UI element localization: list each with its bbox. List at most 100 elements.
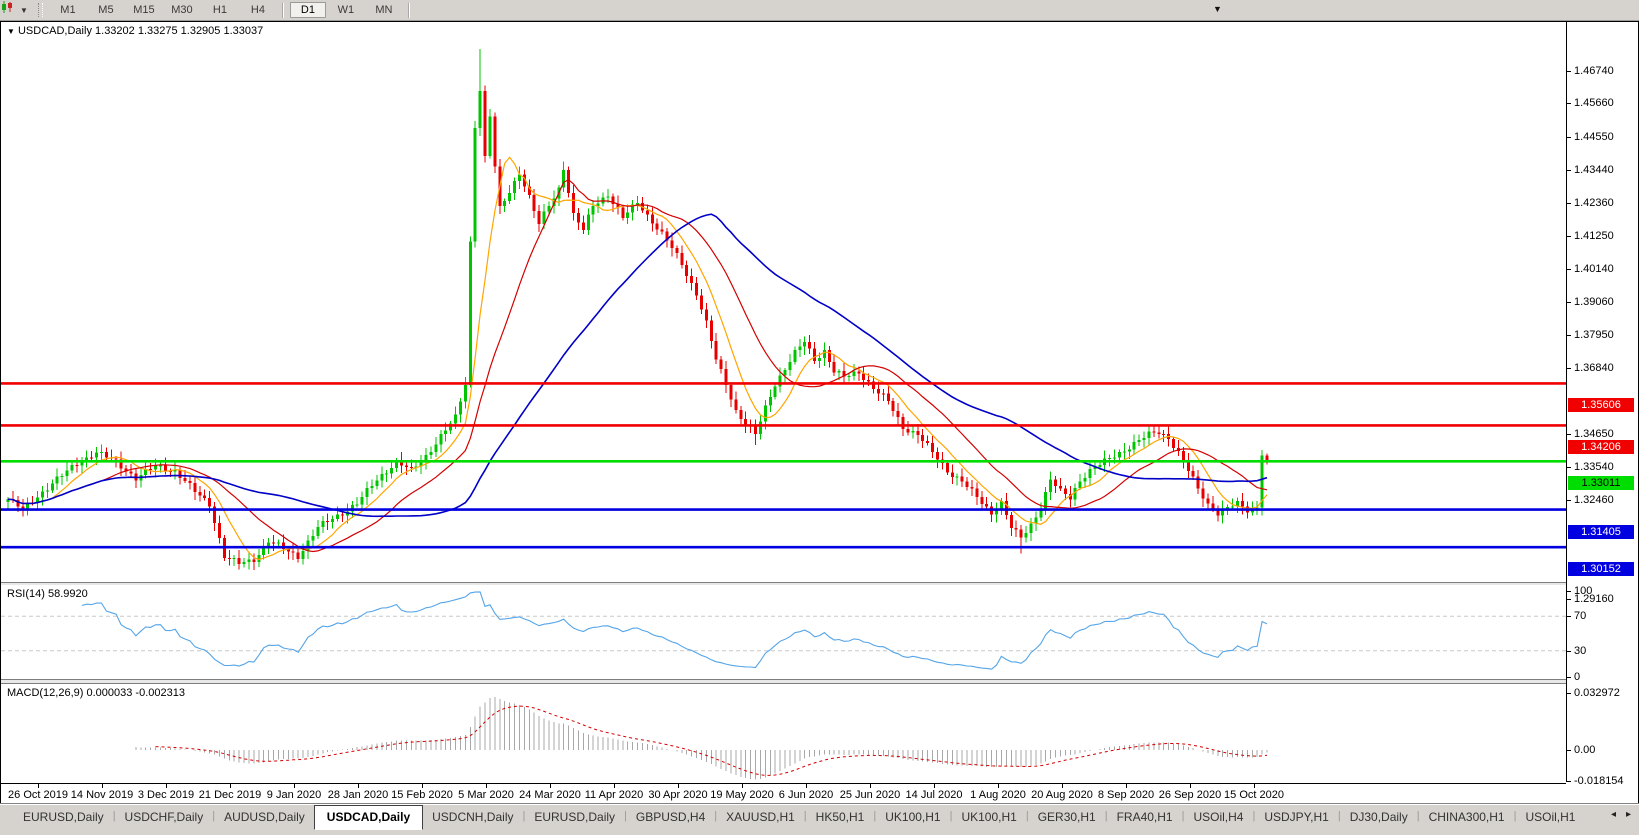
date-label: 28 Jan 2020 — [328, 789, 389, 801]
time-axis[interactable]: 26 Oct 201914 Nov 2019 3 Dec 2019 21 Dec 2… — [1, 783, 1566, 804]
hline-price-label: 1.33011 — [1568, 476, 1634, 490]
price-tick — [1567, 368, 1571, 369]
chart-menu-arrow[interactable]: ▼ — [7, 27, 15, 36]
chart-tab-usdjpy-h1[interactable]: USDJPY,H1 — [1255, 807, 1337, 828]
date-label: 6 Jun 2020 — [779, 789, 833, 801]
toolbar-overflow-icon[interactable]: ▼ — [1213, 4, 1222, 14]
price-tick — [1567, 616, 1571, 617]
price-tick — [1567, 500, 1571, 501]
time-tick — [678, 784, 679, 788]
macd-panel[interactable]: MACD(12,26,9) 0.000033 -0.002313 — [1, 684, 1566, 783]
chart-tab-audusd-daily[interactable]: AUDUSD,Daily — [215, 807, 314, 828]
macd-tick-label: 0.00 — [1574, 744, 1595, 756]
timeframe-button-w1[interactable]: W1 — [328, 2, 364, 18]
chart-tab-usdchf-daily[interactable]: USDCHF,Daily — [116, 807, 213, 828]
price-tick — [1567, 137, 1571, 138]
chart-tab-gbpusd-h4[interactable]: GBPUSD,H4 — [627, 807, 714, 828]
time-tick — [742, 784, 743, 788]
time-tick — [806, 784, 807, 788]
price-tick-label: 1.44550 — [1574, 131, 1614, 143]
price-tick-label: 1.42360 — [1574, 197, 1614, 209]
symbol-period-label: USDCAD,Daily — [18, 25, 92, 37]
chart-tab-usdcnh-daily[interactable]: USDCNH,Daily — [423, 807, 522, 828]
chart-tab-usdcad-daily[interactable]: USDCAD,Daily — [314, 805, 423, 830]
rsi-canvas[interactable] — [1, 585, 1566, 679]
timeframe-button-mn[interactable]: MN — [366, 2, 402, 18]
date-label: 30 Apr 2020 — [648, 789, 707, 801]
date-label: 5 Mar 2020 — [458, 789, 514, 801]
chart-tab-usoil-h4[interactable]: USOil,H4 — [1184, 807, 1252, 828]
time-tick — [230, 784, 231, 788]
timeframe-button-h1[interactable]: H1 — [202, 2, 238, 18]
candlestick-icon — [0, 0, 14, 14]
macd-canvas[interactable] — [1, 684, 1566, 783]
chart-tab-fra40-h1[interactable]: FRA40,H1 — [1108, 807, 1182, 828]
chart-tab-dj30-daily[interactable]: DJ30,Daily — [1341, 807, 1417, 828]
chart-tab-eurusd-daily[interactable]: EURUSD,Daily — [525, 807, 624, 828]
chart-type-dropdown-arrow[interactable]: ▼ — [20, 6, 28, 15]
time-tick — [934, 784, 935, 788]
price-tick — [1567, 335, 1571, 336]
date-label: 19 May 2020 — [710, 789, 774, 801]
price-tick-label: 1.34650 — [1574, 428, 1614, 440]
time-tick — [1062, 784, 1063, 788]
timeframe-buttons: M1M5M15M30H1H4 D1W1MN — [49, 2, 415, 18]
price-tick — [1567, 467, 1571, 468]
date-label: 21 Dec 2019 — [199, 789, 261, 801]
date-label: 26 Oct 2019 — [8, 789, 68, 801]
price-scale[interactable]: 1.467401.456601.445501.434401.423601.412… — [1566, 22, 1638, 782]
chart-tab-china300-h1[interactable]: CHINA300,H1 — [1420, 807, 1514, 828]
date-label: 25 Jun 2020 — [840, 789, 901, 801]
macd-label: MACD(12,26,9) 0.000033 -0.002313 — [7, 687, 185, 699]
time-tick — [102, 784, 103, 788]
date-label: 14 Nov 2019 — [71, 789, 133, 801]
toolbar-separator — [408, 3, 410, 18]
timeframe-button-d1[interactable]: D1 — [290, 2, 326, 18]
hline-price-label: 1.30152 — [1568, 562, 1634, 576]
timeframe-button-m30[interactable]: M30 — [164, 2, 200, 18]
price-tick — [1567, 302, 1571, 303]
price-tick — [1567, 677, 1571, 678]
time-tick — [294, 784, 295, 788]
price-tick — [1567, 651, 1571, 652]
price-tick-label: 1.40140 — [1574, 263, 1614, 275]
toolbar-drag-handle[interactable] — [38, 3, 43, 17]
price-tick — [1567, 236, 1571, 237]
price-tick-label: 1.41250 — [1574, 230, 1614, 242]
price-tick-label: 1.45660 — [1574, 97, 1614, 109]
timeframe-button-m15[interactable]: M15 — [126, 2, 162, 18]
rsi-panel[interactable]: RSI(14) 58.9920 — [1, 585, 1566, 679]
chart-tab-hk50-h1[interactable]: HK50,H1 — [807, 807, 874, 828]
price-tick — [1567, 170, 1571, 171]
timeframe-button-m5[interactable]: M5 — [88, 2, 124, 18]
chart-tab-eurusd-daily[interactable]: EURUSD,Daily — [14, 807, 113, 828]
mt4-window: ▼ M1M5M15M30H1H4 D1W1MN ▼ ▼ USDCAD,Daily … — [0, 0, 1639, 835]
chart-type-icon[interactable] — [3, 3, 19, 17]
chart-window[interactable]: ▼ USDCAD,Daily 1.33202 1.33275 1.32905 1… — [0, 21, 1639, 804]
chart-tab-bar: EURUSD,Daily|USDCHF,Daily|AUDUSD,DailyUS… — [0, 803, 1639, 835]
chart-tab-xauusd-h1[interactable]: XAUUSD,H1 — [717, 807, 804, 828]
timeframe-button-m1[interactable]: M1 — [50, 2, 86, 18]
price-tick — [1567, 203, 1571, 204]
chart-tab-uk100-h1[interactable]: UK100,H1 — [876, 807, 949, 828]
timeframe-toolbar: ▼ M1M5M15M30H1H4 D1W1MN ▼ — [0, 0, 1639, 21]
price-tick — [1567, 750, 1571, 751]
chart-tab-uk100-h1[interactable]: UK100,H1 — [952, 807, 1025, 828]
time-tick — [358, 784, 359, 788]
time-tick — [1126, 784, 1127, 788]
timeframe-button-h4[interactable]: H4 — [240, 2, 276, 18]
date-label: 26 Sep 2020 — [1159, 789, 1221, 801]
chart-tab-usoil-h1[interactable]: USOil,H1 — [1516, 807, 1584, 828]
rsi-tick-label: 0 — [1574, 671, 1580, 683]
chart-tab-ger30-h1[interactable]: GER30,H1 — [1029, 807, 1105, 828]
price-panel[interactable]: ▼ USDCAD,Daily 1.33202 1.33275 1.32905 1… — [1, 22, 1566, 582]
toolbar-separator — [282, 3, 284, 18]
tab-scroll-right-icon[interactable]: ▸ — [1626, 809, 1631, 820]
price-tick-label: 1.37950 — [1574, 329, 1614, 341]
tab-scroll-left-icon[interactable]: ◂ — [1611, 809, 1616, 820]
time-tick — [166, 784, 167, 788]
date-label: 3 Dec 2019 — [138, 789, 194, 801]
candlestick-chart-canvas[interactable] — [1, 22, 1566, 582]
hline-price-label: 1.34206 — [1568, 440, 1634, 454]
date-label: 8 Sep 2020 — [1098, 789, 1154, 801]
